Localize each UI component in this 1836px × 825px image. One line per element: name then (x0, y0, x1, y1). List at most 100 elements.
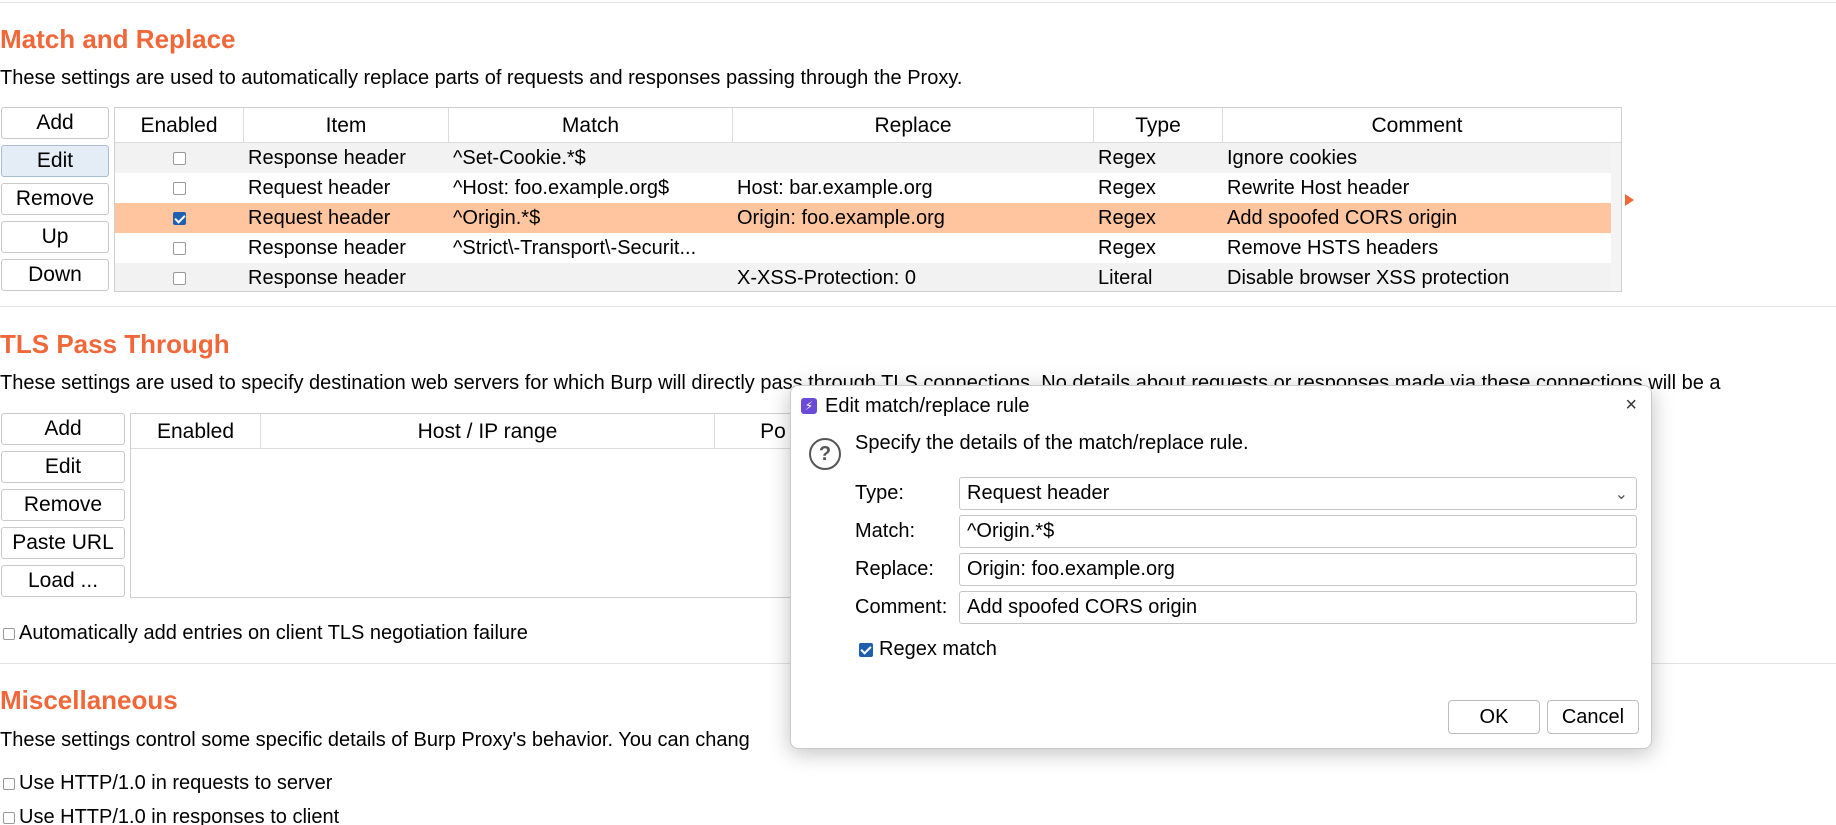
row-enabled-cell (115, 143, 244, 173)
row-type-cell: Literal (1098, 266, 1153, 289)
table-row[interactable]: Response header ^Set-Cookie.*$ Regex Ign… (115, 143, 1613, 173)
mr-down-button[interactable]: Down (1, 259, 109, 291)
edit-rule-dialog: ⚡ Edit match/replace rule × ? Specify th… (790, 385, 1652, 749)
cancel-button[interactable]: Cancel (1547, 700, 1639, 734)
enabled-checkbox[interactable] (173, 211, 186, 225)
type-select[interactable]: Request header ⌄ (959, 477, 1637, 510)
column-header-replace[interactable]: Replace (733, 108, 1094, 143)
match-replace-description: These settings are used to automatically… (0, 67, 963, 89)
row-type-cell: Regex (1098, 236, 1156, 259)
row-match-cell: ^Strict\-Transport\-Securit... (453, 236, 697, 259)
column-header-enabled[interactable]: Enabled (131, 414, 261, 449)
misc-http10-responses-checkbox[interactable] (3, 811, 15, 824)
row-item-cell: Request header (248, 176, 391, 199)
regex-match-label: Regex match (879, 638, 997, 660)
row-match-cell: ^Host: foo.example.org$ (453, 176, 670, 199)
misc-http10-requests-label: Use HTTP/1.0 in requests to server (19, 772, 333, 794)
row-replace-cell: Host: bar.example.org (737, 176, 933, 199)
misc-http10-responses-option[interactable]: Use HTTP/1.0 in responses to client (3, 806, 339, 825)
row-replace-cell: Origin: foo.example.org (737, 206, 945, 229)
misc-http10-requests-checkbox[interactable] (3, 777, 15, 790)
tls-remove-button[interactable]: Remove (1, 489, 125, 521)
misc-description: These settings control some specific det… (0, 729, 750, 751)
row-match-cell (449, 263, 733, 291)
enabled-checkbox[interactable] (173, 271, 186, 285)
misc-http10-responses-label: Use HTTP/1.0 in responses to client (19, 806, 340, 825)
row-enabled-cell (115, 263, 244, 291)
table-row-selected[interactable]: Request header ^Origin.*$ Origin: foo.ex… (115, 203, 1613, 233)
row-item-cell: Response header (248, 236, 406, 259)
row-replace-cell (733, 143, 1094, 173)
row-item-cell: Response header (248, 266, 406, 289)
mr-up-button[interactable]: Up (1, 221, 109, 253)
row-match-cell: ^Set-Cookie.*$ (453, 146, 586, 169)
top-divider (0, 2, 1836, 3)
column-header-item[interactable]: Item (244, 108, 449, 143)
row-enabled-cell (115, 173, 244, 203)
row-comment-cell: Ignore cookies (1227, 146, 1358, 169)
comment-label: Comment: (855, 596, 948, 618)
ok-button[interactable]: OK (1448, 700, 1540, 734)
column-header-enabled[interactable]: Enabled (115, 108, 244, 143)
dialog-intro: Specify the details of the match/replace… (855, 432, 1249, 454)
section-divider (0, 306, 1836, 307)
tls-auto-add-option[interactable]: Automatically add entries on client TLS … (3, 622, 528, 645)
tls-auto-add-checkbox[interactable] (3, 627, 15, 640)
table-header: Enabled Host / IP range Po (131, 414, 829, 449)
row-replace-cell (733, 233, 1094, 263)
row-item-cell: Request header (248, 206, 391, 229)
tls-edit-button[interactable]: Edit (1, 451, 125, 483)
table-row[interactable]: Response header ^Strict\-Transport\-Secu… (115, 233, 1613, 263)
row-replace-cell: X-XSS-Protection: 0 (737, 266, 916, 289)
burp-app-icon: ⚡ (801, 398, 817, 414)
table-header: Enabled Item Match Replace Type Comment (115, 108, 1621, 143)
tls-load-button[interactable]: Load ... (1, 565, 125, 597)
tls-paste-url-button[interactable]: Paste URL (1, 527, 125, 559)
table-row[interactable]: Request header ^Host: foo.example.org$ H… (115, 173, 1613, 203)
tls-add-button[interactable]: Add (1, 413, 125, 445)
column-header-type[interactable]: Type (1094, 108, 1223, 143)
column-header-comment[interactable]: Comment (1223, 108, 1611, 143)
mr-remove-button[interactable]: Remove (1, 183, 109, 215)
mr-edit-button[interactable]: Edit (1, 145, 109, 177)
replace-field[interactable]: Origin: foo.example.org (959, 553, 1637, 586)
dialog-title: Edit match/replace rule (825, 394, 1030, 417)
dialog-title-bar: ⚡ Edit match/replace rule (801, 391, 1030, 421)
close-icon[interactable]: × (1625, 394, 1637, 417)
regex-match-checkbox[interactable] (859, 642, 873, 657)
row-item-cell: Response header (248, 146, 406, 169)
row-comment-cell: Add spoofed CORS origin (1227, 206, 1458, 229)
mr-add-button[interactable]: Add (1, 107, 109, 139)
misc-http10-requests-option[interactable]: Use HTTP/1.0 in requests to server (3, 772, 332, 795)
type-value: Request header (967, 482, 1110, 504)
misc-title: Miscellaneous (0, 685, 178, 715)
column-header-host[interactable]: Host / IP range (261, 414, 715, 449)
tls-auto-add-label: Automatically add entries on client TLS … (19, 622, 528, 644)
enabled-checkbox[interactable] (173, 181, 186, 195)
column-header-match[interactable]: Match (449, 108, 733, 143)
enabled-checkbox[interactable] (173, 241, 186, 255)
row-enabled-cell (115, 203, 244, 233)
chevron-down-icon[interactable]: ⌄ (1615, 484, 1628, 504)
match-replace-title: Match and Replace (0, 24, 236, 54)
row-type-cell: Regex (1098, 206, 1156, 229)
regex-match-option[interactable]: Regex match (859, 638, 997, 661)
row-comment-cell: Rewrite Host header (1227, 176, 1410, 199)
row-type-cell: Regex (1098, 146, 1156, 169)
comment-field[interactable]: Add spoofed CORS origin (959, 591, 1637, 624)
tls-table: Enabled Host / IP range Po (130, 413, 830, 598)
table-scrollbar[interactable] (1611, 143, 1621, 291)
enabled-checkbox[interactable] (173, 151, 186, 165)
type-label: Type: (855, 482, 904, 504)
match-label: Match: (855, 520, 916, 542)
replace-label: Replace: (855, 558, 934, 580)
table-row[interactable]: Response header X-XSS-Protection: 0 Lite… (115, 263, 1613, 291)
row-comment-cell: Remove HSTS headers (1227, 236, 1439, 259)
match-replace-table: Enabled Item Match Replace Type Comment … (114, 107, 1622, 292)
row-type-cell: Regex (1098, 176, 1156, 199)
match-field[interactable]: ^Origin.*$ (959, 515, 1637, 548)
tls-title: TLS Pass Through (0, 329, 230, 359)
row-comment-cell: Disable browser XSS protection (1227, 266, 1510, 289)
row-pointer-icon (1625, 194, 1634, 206)
help-icon: ? (809, 438, 841, 470)
